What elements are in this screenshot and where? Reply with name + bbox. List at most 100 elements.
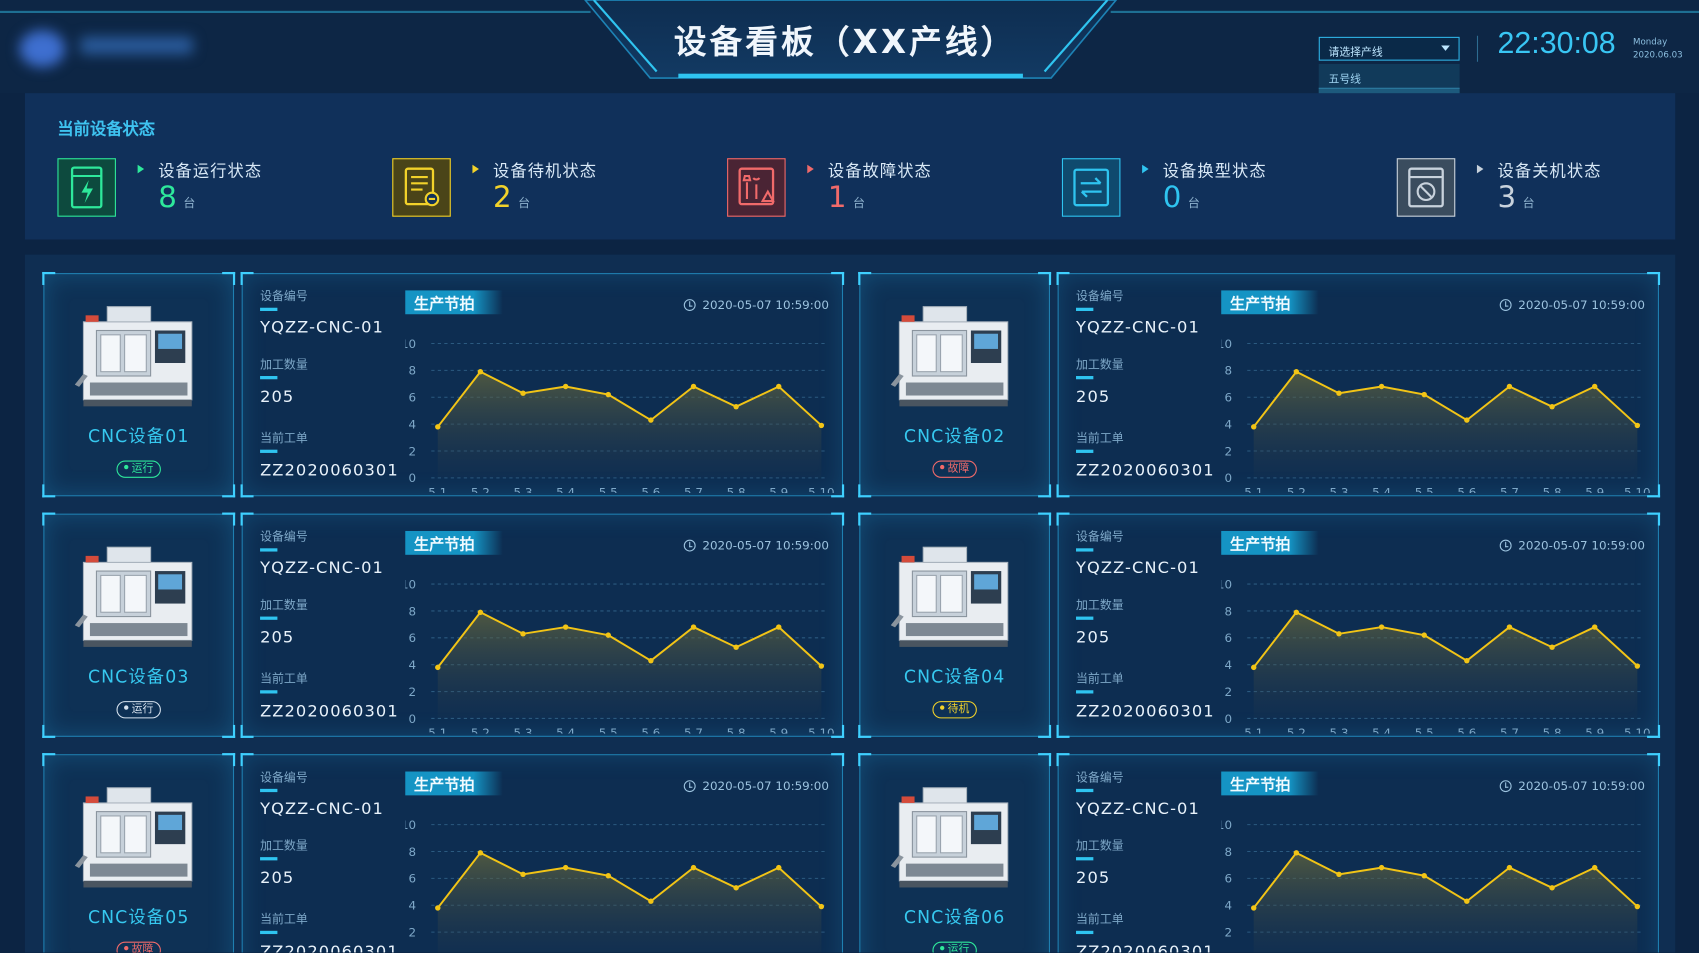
cnc-machine-image (75, 539, 207, 652)
status-count-value: 3 (1498, 181, 1517, 215)
clock-icon (684, 299, 696, 311)
status-panel-title: 当前设备状态 (57, 117, 155, 140)
arrow-icon (807, 165, 814, 174)
accent-bar (1076, 789, 1093, 792)
status-label: 设备换型状态 (1163, 159, 1267, 182)
data-point (819, 423, 824, 428)
data-point (606, 873, 611, 878)
accent-bar (1076, 450, 1093, 453)
quantity-label: 加工数量 (260, 837, 308, 854)
standby-list-icon (392, 158, 451, 217)
data-point (563, 384, 568, 389)
x-tick-label: 5.1 (428, 485, 447, 493)
cnc-machine-image (891, 298, 1023, 411)
status-unit: 台 (518, 196, 530, 210)
work-order-label: 当前工单 (260, 910, 308, 927)
x-tick-label: 5.8 (727, 726, 746, 734)
data-point (1464, 417, 1469, 422)
data-point (1592, 624, 1597, 629)
y-tick-label: 2 (409, 444, 417, 458)
status-unit: 台 (1523, 196, 1535, 210)
quantity-value: 205 (1076, 387, 1110, 407)
status-label: 设备故障状态 (828, 159, 932, 182)
x-tick-label: 5.10 (1624, 726, 1651, 734)
line-option[interactable]: 五号线 (1319, 64, 1460, 88)
x-tick-label: 5.7 (684, 726, 703, 734)
status-item: 设备运行状态 8台 (57, 156, 382, 221)
x-tick-label: 5.8 (1543, 485, 1562, 493)
status-badge-label: 运行 (132, 463, 154, 475)
device-code-label: 设备编号 (260, 768, 308, 785)
arrow-icon (472, 165, 479, 174)
x-tick-label: 5.10 (808, 726, 835, 734)
line-select[interactable]: 请选择产线 (1319, 37, 1460, 61)
data-point (1549, 885, 1554, 890)
y-tick-label: 6 (1224, 391, 1232, 405)
device-code-label: 设备编号 (260, 528, 308, 545)
device-photo-card[interactable]: CNC设备03 运行 (43, 514, 234, 737)
y-tick-label: 6 (409, 391, 417, 405)
data-point (691, 384, 696, 389)
x-tick-label: 5.4 (556, 485, 575, 493)
data-point (648, 658, 653, 663)
status-count-value: 0 (1163, 181, 1182, 215)
x-tick-label: 5.8 (1543, 726, 1562, 734)
accent-bar (1076, 690, 1093, 693)
chart-title: 生产节拍 (405, 531, 503, 555)
cnc-machine-image (75, 779, 207, 892)
data-point (1549, 645, 1554, 650)
device-name: CNC设备03 (44, 662, 233, 688)
dashboard: 设备看板（XX产线） 请选择产线 五号线 六号线 22:30:08 Monday… (0, 0, 1699, 952)
status-count-value: 2 (493, 181, 512, 215)
accent-bar (260, 617, 277, 620)
chart-title: 生产节拍 (1221, 290, 1319, 314)
production-beat-chart: 02468105.15.25.35.45.55.65.75.85.95.10 (1221, 560, 1654, 733)
quantity-value: 205 (1076, 868, 1110, 888)
clock-icon (684, 780, 696, 792)
device-photo-card[interactable]: CNC设备01 运行 (43, 273, 234, 496)
x-tick-label: 5.8 (727, 485, 746, 493)
production-beat-chart: 02468105.15.25.35.45.55.65.75.85.95.10 (1221, 320, 1654, 493)
status-count: 3台 (1498, 182, 1535, 220)
header-line-right (1111, 11, 1699, 13)
y-tick-label: 4 (1224, 899, 1232, 913)
device-code: YQZZ-CNC-01 (260, 558, 384, 578)
data-point (1336, 391, 1341, 396)
device-code-label: 设备编号 (1076, 287, 1124, 304)
status-count-value: 8 (158, 181, 177, 215)
x-tick-label: 5.10 (808, 485, 835, 493)
y-tick-label: 6 (409, 631, 417, 645)
company-logo (20, 26, 199, 69)
status-count: 8台 (158, 182, 195, 220)
timestamp-text: 2020-05-07 10:59:00 (702, 779, 829, 793)
device-photo-card[interactable]: CNC设备04 待机 (859, 514, 1050, 737)
data-point (520, 631, 525, 636)
device-code: YQZZ-CNC-01 (260, 799, 384, 819)
data-point (520, 391, 525, 396)
clock-icon (1500, 540, 1512, 552)
data-point (1251, 424, 1256, 429)
device-photo-card[interactable]: CNC设备02 故障 (859, 273, 1050, 496)
top-header: 设备看板（XX产线） 请选择产线 五号线 六号线 22:30:08 Monday… (0, 0, 1699, 93)
x-tick-label: 5.2 (471, 485, 490, 493)
quantity-label: 加工数量 (1076, 837, 1124, 854)
device-code: YQZZ-CNC-01 (1076, 317, 1200, 337)
y-tick-label: 10 (1221, 337, 1232, 351)
y-tick-label: 10 (405, 818, 416, 832)
y-tick-label: 10 (1221, 577, 1232, 591)
x-tick-label: 5.2 (1287, 485, 1306, 493)
y-tick-label: 2 (1224, 444, 1232, 458)
data-point (691, 865, 696, 870)
y-tick-label: 10 (405, 337, 416, 351)
device-photo-card[interactable]: CNC设备06 运行 (859, 754, 1050, 952)
status-badge-label: 故障 (132, 944, 154, 953)
device-photo-card[interactable]: CNC设备05 故障 (43, 754, 234, 952)
data-point (1294, 610, 1299, 615)
y-tick-label: 8 (1224, 604, 1232, 618)
cnc-machine-image (891, 539, 1023, 652)
y-tick-label: 4 (409, 417, 417, 431)
data-point (1592, 384, 1597, 389)
chart-timestamp: 2020-05-07 10:59:00 (1500, 298, 1645, 312)
x-tick-label: 5.3 (1329, 726, 1348, 734)
data-point (1464, 898, 1469, 903)
